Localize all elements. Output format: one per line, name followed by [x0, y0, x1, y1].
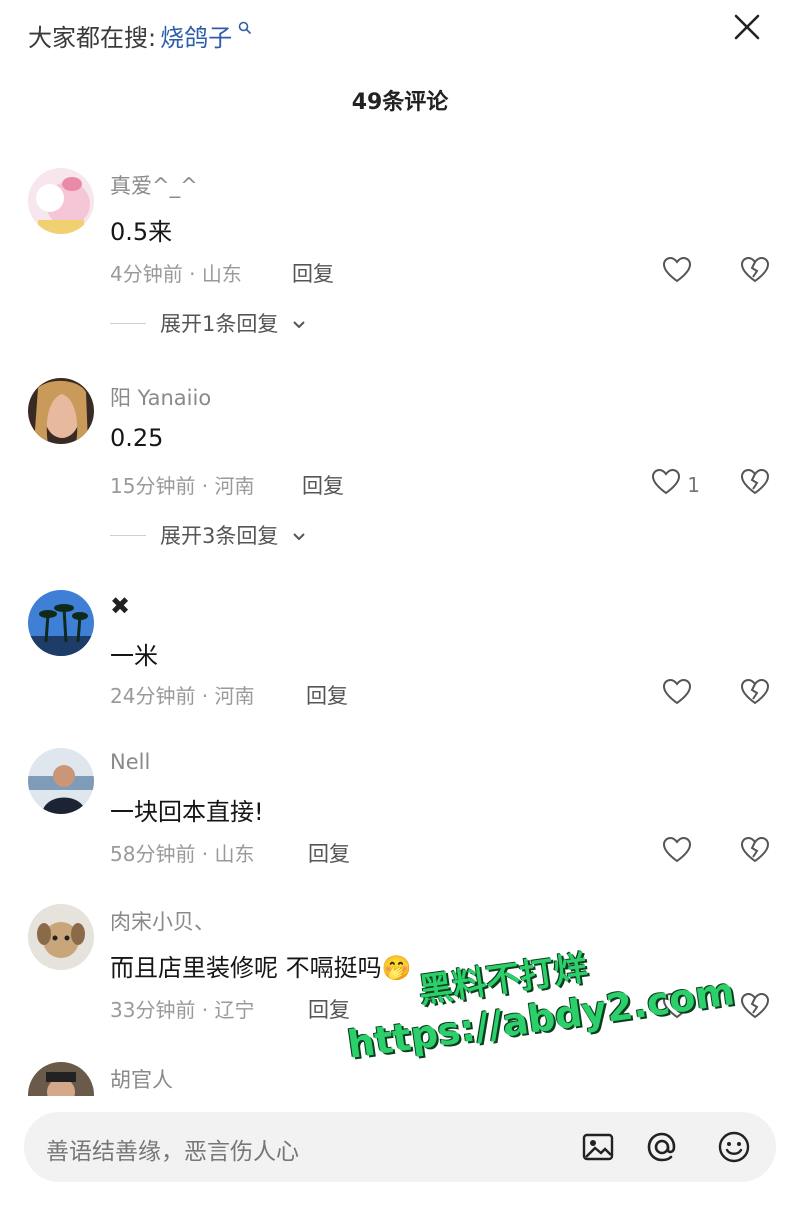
comment-text: 一米 — [110, 642, 158, 670]
reply-button[interactable]: 回复 — [306, 680, 348, 710]
emoji-icon[interactable] — [716, 1129, 752, 1165]
heart-icon — [651, 468, 681, 501]
comment-time: 15分钟前 — [110, 474, 196, 498]
divider — [110, 322, 146, 324]
like-button[interactable]: 1 — [651, 468, 700, 501]
comment-location: 河南 — [214, 474, 255, 498]
comment-text: 0.25 — [110, 424, 164, 452]
expand-replies-label: 展开3条回复 — [160, 524, 279, 548]
mention-icon[interactable] — [644, 1129, 680, 1165]
broken-heart-icon[interactable] — [740, 992, 770, 1024]
reply-button[interactable]: 回复 — [292, 258, 334, 288]
comment-location: 山东 — [201, 262, 242, 286]
comment-time: 24分钟前 — [110, 684, 196, 708]
search-icon — [238, 19, 252, 40]
comment-username[interactable]: 肉宋小贝、 — [110, 906, 215, 936]
avatar[interactable] — [28, 1062, 94, 1096]
trending-search[interactable]: 大家都在搜: 烧鸽子 — [28, 18, 252, 53]
comment-time: 4分钟前 — [110, 262, 183, 286]
comment-meta: 33分钟前 · 辽宁 — [110, 998, 255, 1022]
expand-replies-button[interactable]: 展开3条回复 — [110, 520, 306, 550]
comment-meta: 24分钟前 · 河南 — [110, 684, 255, 708]
comment-input[interactable]: 善语结善缘，恶言伤人心 — [24, 1112, 776, 1182]
avatar[interactable] — [28, 378, 94, 444]
comment-username[interactable]: 胡官人 — [110, 1064, 173, 1094]
comment-text: 0.5来 — [110, 218, 173, 246]
comment-username[interactable]: Nell — [110, 750, 150, 774]
like-button[interactable] — [662, 836, 698, 869]
comment-username[interactable]: ✖ — [110, 592, 130, 620]
reply-button[interactable]: 回复 — [302, 470, 344, 500]
comment-meta: 58分钟前 · 山东 — [110, 842, 255, 866]
comment-item: 胡官人 — [0, 1060, 800, 1096]
comment-username[interactable]: 阳 Yanaiio — [110, 382, 211, 412]
broken-heart-icon[interactable] — [740, 678, 770, 710]
heart-icon — [662, 678, 692, 711]
divider — [110, 534, 146, 536]
comment-location: 辽宁 — [214, 998, 255, 1022]
reply-button[interactable]: 回复 — [308, 994, 350, 1024]
broken-heart-icon[interactable] — [740, 836, 770, 868]
comment-text: 而且店里装修呢 不嗝挺吗 — [110, 954, 382, 982]
like-count: 1 — [687, 472, 700, 497]
like-button[interactable] — [662, 678, 698, 711]
chevron-down-icon — [292, 311, 306, 335]
like-button[interactable] — [662, 992, 698, 1025]
chevron-down-icon — [292, 523, 306, 547]
comment-time: 58分钟前 — [110, 842, 196, 866]
image-icon[interactable] — [580, 1129, 616, 1165]
comment-meta: 4分钟前 · 山东 — [110, 262, 242, 286]
comment-emoji: 🤭 — [381, 954, 412, 982]
comment-location: 山东 — [214, 842, 255, 866]
broken-heart-icon[interactable] — [740, 256, 770, 288]
heart-icon — [662, 256, 692, 289]
comment-location: 河南 — [214, 684, 255, 708]
avatar[interactable] — [28, 748, 94, 814]
comment-text: 一块回本直接! — [110, 798, 264, 826]
avatar[interactable] — [28, 904, 94, 970]
comment-text-row: 而且店里装修呢 不嗝挺吗🤭 — [110, 948, 412, 983]
comment-count-title: 49条评论 — [351, 90, 449, 115]
reply-button[interactable]: 回复 — [308, 838, 350, 868]
like-button[interactable] — [662, 256, 698, 289]
heart-icon — [662, 992, 692, 1025]
avatar[interactable] — [28, 168, 94, 234]
broken-heart-icon[interactable] — [740, 468, 770, 500]
comment-meta: 15分钟前 · 河南 — [110, 474, 255, 498]
expand-replies-button[interactable]: 展开1条回复 — [110, 308, 306, 338]
avatar[interactable] — [28, 590, 94, 656]
comment-time: 33分钟前 — [110, 998, 196, 1022]
trending-search-keyword[interactable]: 烧鸽子 — [160, 18, 232, 53]
expand-replies-label: 展开1条回复 — [160, 312, 279, 336]
comment-input-placeholder: 善语结善缘，恶言伤人心 — [46, 1139, 299, 1165]
close-icon[interactable] — [730, 10, 764, 44]
trending-search-prefix: 大家都在搜: — [28, 24, 157, 52]
comment-username[interactable]: 真爱^_^ — [110, 170, 198, 200]
heart-icon — [662, 836, 692, 869]
